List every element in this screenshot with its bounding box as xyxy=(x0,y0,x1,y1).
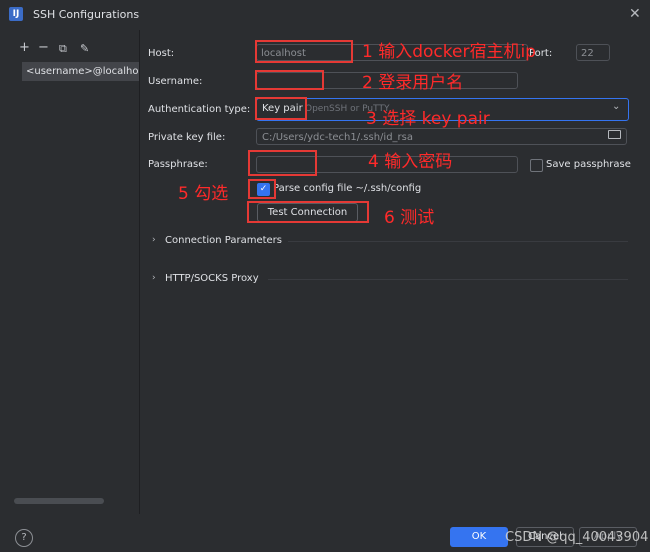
annotation-3: 3 选择 key pair xyxy=(366,109,490,129)
ok-button[interactable]: OK xyxy=(450,527,508,547)
annotation-5: 5 勾选 xyxy=(178,184,229,204)
private-key-value: C:/Users/ydc-tech1/.ssh/id_rsa xyxy=(262,132,413,143)
config-list-panel xyxy=(0,30,140,514)
highlight-auth-type xyxy=(255,97,307,120)
highlight-checkbox xyxy=(248,179,276,199)
app-icon: IJ xyxy=(9,7,23,21)
separator xyxy=(288,241,628,242)
annotation-2: 2 登录用户名 xyxy=(362,73,464,93)
username-label: Username: xyxy=(148,76,203,87)
separator xyxy=(268,279,628,280)
auth-type-label: Authentication type: xyxy=(148,104,251,115)
highlight-passphrase xyxy=(248,150,317,176)
add-icon[interactable]: + xyxy=(19,40,30,55)
highlight-username xyxy=(255,70,324,90)
copy-icon[interactable]: ⧉ xyxy=(59,42,67,56)
chevron-right-icon: › xyxy=(152,273,156,283)
annotation-1: 1 输入docker宿主机ip xyxy=(362,42,536,62)
remove-icon[interactable]: − xyxy=(38,40,49,55)
connection-parameters-section[interactable]: Connection Parameters xyxy=(165,235,282,246)
chevron-down-icon: ⌄ xyxy=(612,101,621,112)
list-item-label: <username>@localhost xyxy=(26,66,139,77)
annotation-4: 4 输入密码 xyxy=(368,152,453,172)
proxy-section[interactable]: HTTP/SOCKS Proxy xyxy=(165,273,259,284)
save-passphrase-checkbox[interactable] xyxy=(530,159,543,172)
annotation-6: 6 测试 xyxy=(384,208,435,228)
port-value: 22 xyxy=(581,48,594,59)
highlight-host xyxy=(255,40,353,63)
horizontal-scrollbar[interactable] xyxy=(14,498,104,504)
parse-config-label: Parse config file ~/.ssh/config xyxy=(273,183,422,194)
folder-icon[interactable] xyxy=(608,130,621,139)
close-icon[interactable]: ✕ xyxy=(629,6,641,22)
private-key-label: Private key file: xyxy=(148,132,226,143)
edit-icon[interactable]: ✎ xyxy=(80,42,89,55)
help-icon[interactable]: ? xyxy=(15,529,33,547)
window-title: SSH Configurations xyxy=(33,8,140,21)
host-label: Host: xyxy=(148,48,175,59)
save-passphrase-label: Save passphrase xyxy=(546,159,631,170)
chevron-right-icon: › xyxy=(152,235,156,245)
highlight-test-button xyxy=(247,201,369,223)
watermark: CSDN @qq_40043904 xyxy=(505,530,649,545)
passphrase-label: Passphrase: xyxy=(148,159,208,170)
